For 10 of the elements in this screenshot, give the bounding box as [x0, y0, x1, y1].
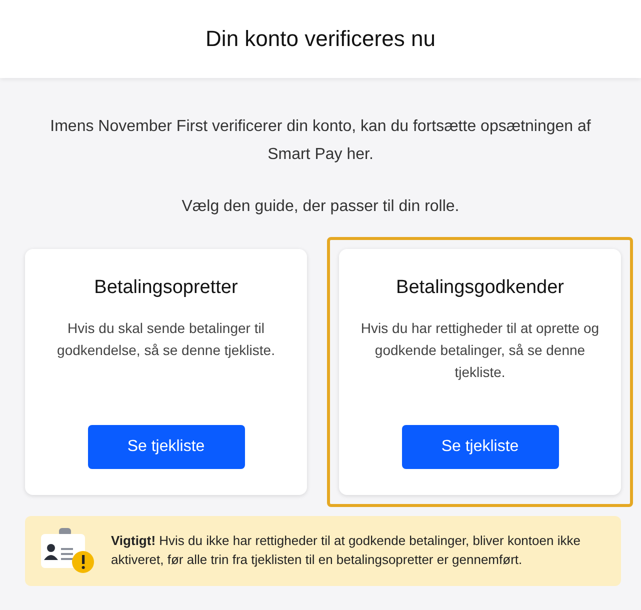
checklist-button[interactable]: Se tjekliste — [402, 425, 558, 469]
page-title: Din konto verificeres nu — [206, 26, 436, 52]
card-description: Hvis du har rettigheder til at oprette og godkende betalinger, så se denne tjekliste. — [360, 319, 600, 382]
prompt-text: Vælg den guide, der passer til din rolle. — [180, 197, 460, 217]
notice-text: Vigtigt! Hvis du ikke har rettigheder til at godkende betalinger, bliver kontoen ikke aktiveret, før alle trin fra tjeklisten til en betalingsopretter er gennemført. — [111, 532, 582, 569]
checklist-button[interactable]: Se tjekliste — [88, 425, 244, 469]
intro-text: Imens November First verificerer din konto, kan du fortsætte opsætningen af Smart Pay her. — [49, 117, 592, 165]
card-title: Betalingsgodkender — [396, 277, 564, 299]
card-title: Betalingsopretter — [94, 277, 238, 299]
card-description: Hvis du skal sende betalinger til godkendelse, så se denne tjekliste. — [56, 319, 276, 360]
